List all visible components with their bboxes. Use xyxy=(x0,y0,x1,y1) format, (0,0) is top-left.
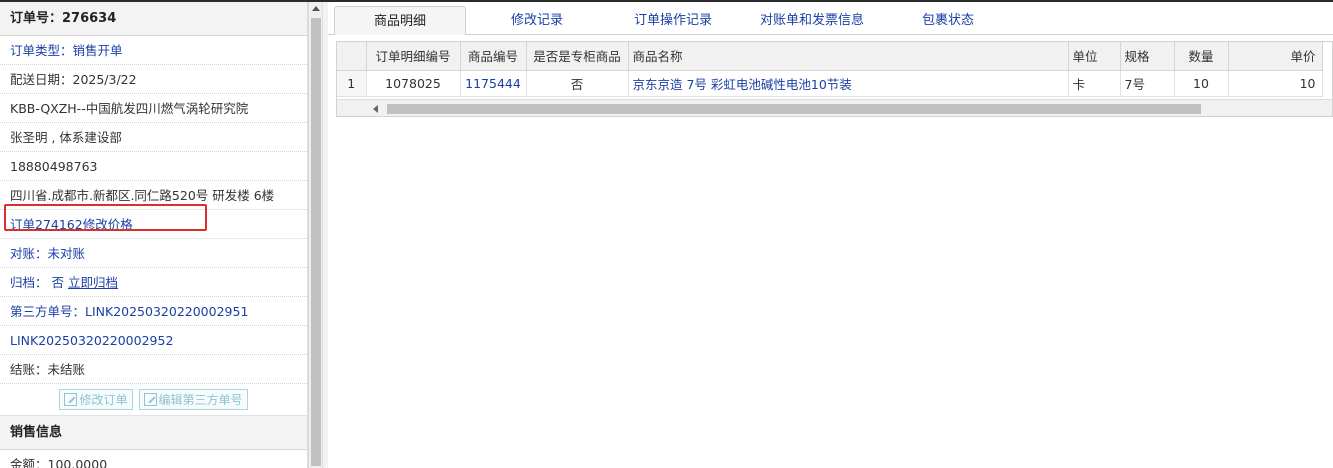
contact-phone: 18880498763 xyxy=(0,152,307,181)
column-header[interactable]: 订单明细编号 xyxy=(366,42,461,71)
settlement-status: 结账：未结账 xyxy=(0,355,307,384)
column-header[interactable]: 规格 xyxy=(1120,42,1175,71)
edit-third-party-label: 编辑第三方单号 xyxy=(158,393,243,407)
scrollbar-thumb[interactable] xyxy=(311,18,321,466)
scroll-up-arrow-icon[interactable] xyxy=(312,6,320,11)
table-header-row: 订单明细编号 商品编号 是否是专柜商品 商品名称 单位 规格 数量 单价 xyxy=(337,42,1323,71)
edit-third-party-button[interactable]: 编辑第三方单号 xyxy=(138,389,248,410)
is-counter-cell: 否 xyxy=(526,70,629,97)
left-panel-scrollbar[interactable] xyxy=(308,2,322,468)
column-header[interactable]: 商品编号 xyxy=(460,42,527,71)
product-grid: 订单明细编号 商品编号 是否是专柜商品 商品名称 单位 规格 数量 单价 1 1… xyxy=(336,41,1333,117)
unit-cell: 卡 xyxy=(1068,70,1121,97)
edit-icon xyxy=(143,393,157,406)
order-actions: 修改订单 编辑第三方单号 xyxy=(0,384,307,416)
contact-person: 张圣明 , 体系建设部 xyxy=(0,123,307,152)
archive-now-link[interactable]: 立即归档 xyxy=(68,275,118,290)
table-row[interactable]: 1 1078025 1175444 否 京东京造 7号 彩虹电池碱性电池10节装… xyxy=(337,70,1323,97)
archive-label: 归档： xyxy=(10,275,48,290)
product-table: 订单明细编号 商品编号 是否是专柜商品 商品名称 单位 规格 数量 单价 1 1… xyxy=(337,42,1323,97)
price-cell: 10 xyxy=(1228,70,1323,97)
product-id-link[interactable]: 1175444 xyxy=(460,70,527,97)
detail-id-cell: 1078025 xyxy=(366,70,461,97)
column-header[interactable]: 是否是专柜商品 xyxy=(526,42,629,71)
reconciliation-status: 对账：未对账 xyxy=(0,239,307,268)
sales-info-header: 销售信息 xyxy=(0,416,307,450)
edit-order-button[interactable]: 修改订单 xyxy=(59,389,133,410)
column-header[interactable]: 单位 xyxy=(1068,42,1121,71)
third-party-order-2: LINK20250320220002952 xyxy=(0,326,307,355)
archive-status: 归档： 否 立即归档 xyxy=(0,268,307,297)
third-party-order-1: 第三方单号：LINK20250320220002951 xyxy=(0,297,307,326)
row-number: 1 xyxy=(337,70,367,97)
product-name-link[interactable]: 京东京造 7号 彩虹电池碱性电池10节装 xyxy=(628,70,1069,97)
tab-bar: 商品明细 修改记录 订单操作记录 对账单和发票信息 包裹状态 xyxy=(328,2,1333,35)
spec-cell: 7号 xyxy=(1120,70,1175,97)
tab-product-details[interactable]: 商品明细 xyxy=(334,6,466,35)
scroll-left-arrow-icon[interactable] xyxy=(373,105,378,113)
sales-amount: 金额：100.0000 xyxy=(0,450,307,468)
archive-value: 否 xyxy=(51,275,65,290)
highlight-box xyxy=(4,204,207,231)
order-number-header: 订单号：276634 xyxy=(0,2,307,36)
grid-horizontal-scrollbar[interactable] xyxy=(337,99,1332,116)
row-number-header xyxy=(337,42,367,71)
tab-package-status[interactable]: 包裹状态 xyxy=(898,6,998,35)
quantity-cell: 10 xyxy=(1174,70,1229,97)
column-header[interactable]: 商品名称 xyxy=(628,42,1069,71)
tab-statement-invoice[interactable]: 对账单和发票信息 xyxy=(738,6,886,35)
tab-modification-log[interactable]: 修改记录 xyxy=(478,6,596,35)
order-detail-panel: 商品明细 修改记录 订单操作记录 对账单和发票信息 包裹状态 订单明细编号 商品… xyxy=(328,2,1333,468)
tab-order-operation-log[interactable]: 订单操作记录 xyxy=(610,6,736,35)
order-info-panel: 订单号：276634 订单类型：销售开单 配送日期：2025/3/22 KBB-… xyxy=(0,2,308,468)
customer-name: KBB-QXZH--中国航发四川燃气涡轮研究院 xyxy=(0,94,307,123)
delivery-date: 配送日期：2025/3/22 xyxy=(0,65,307,94)
order-type: 订单类型：销售开单 xyxy=(0,36,307,65)
edit-icon xyxy=(64,393,78,406)
column-header[interactable]: 数量 xyxy=(1174,42,1229,71)
edit-order-label: 修改订单 xyxy=(79,393,128,407)
horizontal-scrollbar-thumb[interactable] xyxy=(387,104,1201,114)
column-header[interactable]: 单价 xyxy=(1228,42,1323,71)
